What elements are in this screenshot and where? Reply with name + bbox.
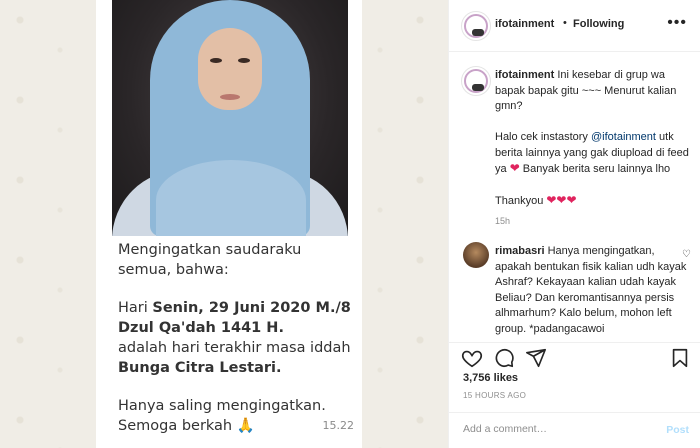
like-count[interactable]: 3,756 likes <box>463 372 518 384</box>
chat-message: Mengingatkan saudaraku semua, bahwa: Har… <box>118 240 354 436</box>
message-line-4: Bunga Citra Lestari. <box>118 360 282 376</box>
comment-like-icon[interactable]: ♡ <box>682 249 691 260</box>
like-icon[interactable] <box>461 347 483 369</box>
message-line-1: Mengingatkan saudaraku semua, bahwa: <box>118 242 302 278</box>
comment-icon[interactable] <box>493 347 515 369</box>
message-line-5: Hanya saling mengingatkan. <box>118 398 326 414</box>
separator-dot: • <box>563 17 567 29</box>
message-line-6: Semoga berkah 🙏 <box>118 418 255 434</box>
account-username[interactable]: ifotainment <box>495 18 554 30</box>
post-media[interactable]: Mengingatkan saudaraku semua, bahwa: Har… <box>0 0 448 448</box>
comments-section[interactable]: ifotainment Ini kesebar di grup wa bapak… <box>449 52 700 342</box>
woman-in-hijab-photo <box>112 0 348 236</box>
mention-link[interactable]: @ifotainment <box>591 131 656 143</box>
instagram-post-modal: Mengingatkan saudaraku semua, bahwa: Har… <box>0 0 700 448</box>
heart-emoji: ❤ <box>509 161 520 175</box>
caption-avatar[interactable] <box>461 66 491 96</box>
message-line-3: adalah hari terakhir masa iddah <box>118 340 351 356</box>
action-bar <box>449 342 700 372</box>
following-button[interactable]: Following <box>573 18 624 30</box>
caption-timestamp[interactable]: 15h <box>495 216 510 226</box>
account-avatar[interactable] <box>461 11 491 41</box>
more-options-icon[interactable]: ••• <box>667 14 687 32</box>
add-comment-bar: Post <box>449 412 700 448</box>
hearts-emoji: ❤❤❤ <box>546 193 577 207</box>
share-icon[interactable] <box>525 347 547 369</box>
commenter-avatar[interactable] <box>463 242 489 268</box>
post-header: ifotainment • Following ••• <box>449 0 700 52</box>
comment-text: rimabasri Hanya mengingatkan, apakah ben… <box>495 245 687 335</box>
bookmark-icon[interactable] <box>669 347 691 369</box>
praying-hands-emoji: 🙏 <box>236 418 255 434</box>
message-timestamp: 15.22 <box>322 419 355 432</box>
post-sidebar: ifotainment • Following ••• ifotainment … <box>448 0 700 448</box>
add-comment-input[interactable] <box>463 423 653 435</box>
commenter-username[interactable]: rimabasri <box>495 245 545 257</box>
caption-username[interactable]: ifotainment <box>495 69 554 81</box>
post-time-ago[interactable]: 15 HOURS AGO <box>463 391 526 400</box>
post-comment-button[interactable]: Post <box>666 424 689 436</box>
chat-bubble: Mengingatkan saudaraku semua, bahwa: Har… <box>96 0 362 448</box>
caption-text: ifotainment Ini kesebar di grup wa bapak… <box>495 69 689 207</box>
message-line-2: Hari Senin, 29 Juni 2020 M./8 Dzul Qa'da… <box>118 300 351 336</box>
